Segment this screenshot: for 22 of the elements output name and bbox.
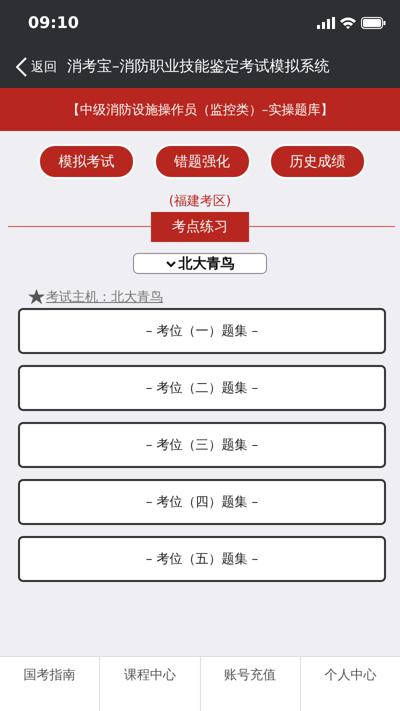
back-chevron-icon (16, 56, 27, 76)
wifi-icon (340, 16, 356, 28)
caret-icon (166, 260, 176, 268)
action-button[interactable]: 错题强化 (154, 144, 250, 179)
question-set-button[interactable]: – 考位（五）题集 – (18, 536, 386, 582)
bank-title: 【中级消防设施操作员（监控类）–实操题库】 (66, 102, 334, 118)
back-button[interactable]: 返回 (16, 56, 57, 76)
battery-icon (361, 16, 386, 28)
host-label: 考试主机：北大青鸟 (46, 289, 163, 306)
star-icon (28, 289, 45, 305)
status-time: 09:10 (28, 13, 79, 32)
action-button[interactable]: 历史成绩 (269, 144, 366, 179)
action-button[interactable]: 模拟考试 (38, 144, 135, 179)
question-set-button[interactable]: – 考位（三）题集 – (18, 422, 386, 468)
region-label: (福建考区) (168, 193, 232, 210)
question-set-button[interactable]: – 考位（四）题集 – (18, 479, 386, 525)
page-title: 消考宝–消防职业技能鉴定考试模拟系统 (67, 57, 330, 76)
question-set-button[interactable]: – 考位（二）题集 – (18, 365, 386, 411)
host-dropdown[interactable]: 北大青鸟 (133, 253, 267, 274)
section-title: 考点练习 (151, 212, 249, 242)
question-set-button[interactable]: – 考位（一）题集 – (18, 308, 386, 354)
signal-icon (317, 16, 335, 28)
